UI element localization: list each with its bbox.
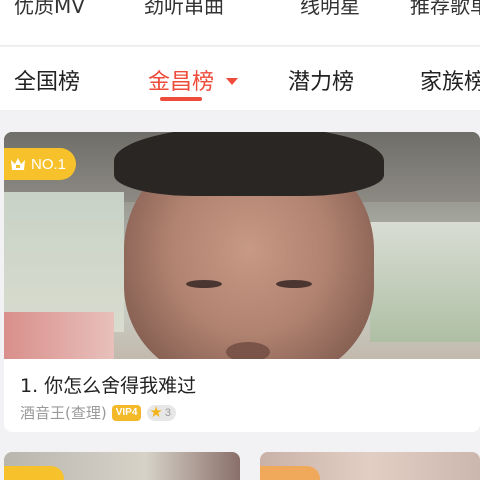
song-card-next-left[interactable] bbox=[4, 452, 240, 480]
rank-label: NO.1 bbox=[31, 155, 67, 173]
tab-potential[interactable]: 潜力榜 bbox=[288, 64, 354, 96]
cover-eye bbox=[186, 280, 222, 288]
cover-hair bbox=[114, 132, 384, 196]
star-count: 3 bbox=[164, 406, 171, 419]
rank-badge bbox=[4, 466, 64, 480]
category-medley[interactable]: 劲听串曲 bbox=[144, 0, 224, 19]
cover-nose bbox=[226, 342, 270, 359]
cover-background bbox=[370, 222, 480, 342]
category-star[interactable]: 线明星 bbox=[300, 0, 360, 19]
vip-badge: VIP4 bbox=[111, 404, 142, 421]
song-card-next-right[interactable] bbox=[260, 452, 480, 480]
rank-badge bbox=[260, 466, 320, 480]
caret-down-icon[interactable] bbox=[226, 77, 239, 85]
song-cover-image[interactable]: NO.1 bbox=[4, 132, 480, 359]
category-strip: 优质MV 劲听串曲 线明星 推荐歌单 bbox=[0, 0, 480, 46]
song-meta: 酒音王(查理) VIP4 ★ 3 bbox=[20, 402, 176, 423]
song-card[interactable]: NO.1 1. 你怎么舍得我难过 酒音王(查理) VIP4 ★ 3 bbox=[4, 132, 480, 432]
category-mv[interactable]: 优质MV bbox=[14, 0, 85, 19]
cover-background bbox=[4, 312, 114, 359]
tab-label: 金昌榜 bbox=[148, 70, 215, 95]
star-icon: ★ bbox=[149, 404, 163, 421]
category-playlist[interactable]: 推荐歌单 bbox=[410, 0, 480, 19]
tab-jinchang[interactable]: 金昌榜 bbox=[148, 64, 239, 96]
tab-family[interactable]: 家族榜 bbox=[420, 64, 480, 96]
strip-divider bbox=[0, 45, 480, 46]
active-tab-indicator bbox=[160, 97, 202, 101]
rank-badge: NO.1 bbox=[4, 148, 77, 180]
cover-eye bbox=[276, 280, 312, 288]
star-badge: ★ 3 bbox=[147, 404, 176, 421]
tab-label: 家族榜 bbox=[420, 70, 480, 95]
song-title[interactable]: 1. 你怎么舍得我难过 bbox=[20, 371, 196, 398]
singer-name[interactable]: 酒音王(查理) bbox=[20, 402, 107, 423]
cover-background bbox=[4, 192, 124, 332]
crown-icon bbox=[11, 158, 25, 170]
ranking-tabs: 全国榜 金昌榜 潜力榜 家族榜 bbox=[0, 47, 480, 110]
tab-label: 潜力榜 bbox=[288, 70, 355, 95]
tab-national[interactable]: 全国榜 bbox=[14, 64, 80, 96]
tab-label: 全国榜 bbox=[14, 70, 81, 95]
